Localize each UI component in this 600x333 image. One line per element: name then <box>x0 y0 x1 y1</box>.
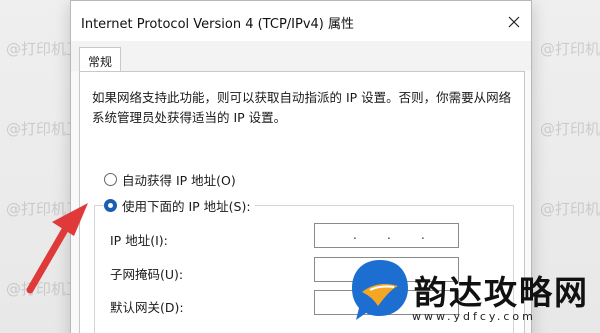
ip-address-field[interactable]: . . . <box>314 223 459 248</box>
close-button[interactable] <box>503 11 525 33</box>
dialog-title: Internet Protocol Version 4 (TCP/IPv4) 属… <box>81 17 355 32</box>
auto-ip-option[interactable]: 自动获得 IP 地址(O) <box>104 170 236 189</box>
manual-ip-option[interactable]: 使用下面的 IP 地址(S): <box>104 196 255 215</box>
tab-general[interactable]: 常规 <box>79 47 121 72</box>
ip-address-label: IP 地址(I): <box>110 233 168 248</box>
site-logo: 韵达攻略网 www.ydfcy.com <box>350 252 600 333</box>
manual-ip-radio[interactable] <box>104 199 117 212</box>
close-icon <box>508 16 520 28</box>
logo-bubble-icon <box>352 260 408 320</box>
description-text: 如果网络支持此功能，则可以获取自动指派的 IP 设置。否则，你需要从网络系统管理… <box>92 90 512 125</box>
manual-ip-label: 使用下面的 IP 地址(S): <box>122 199 251 214</box>
tab-strip: 常规 <box>71 41 531 72</box>
default-gateway-label: 默认网关(D): <box>110 300 184 315</box>
ip-octet-separator: . <box>353 228 357 242</box>
auto-ip-radio[interactable] <box>104 173 117 186</box>
auto-ip-label: 自动获得 IP 地址(O) <box>122 173 236 188</box>
ip-octet-separator: . <box>421 228 425 242</box>
title-bar[interactable]: Internet Protocol Version 4 (TCP/IPv4) 属… <box>71 1 531 41</box>
ip-octet-separator: . <box>387 228 391 242</box>
logo-name: 韵达攻略网 <box>414 273 589 312</box>
logo-url: www.ydfcy.com <box>412 310 536 323</box>
subnet-mask-label: 子网掩码(U): <box>110 267 184 282</box>
